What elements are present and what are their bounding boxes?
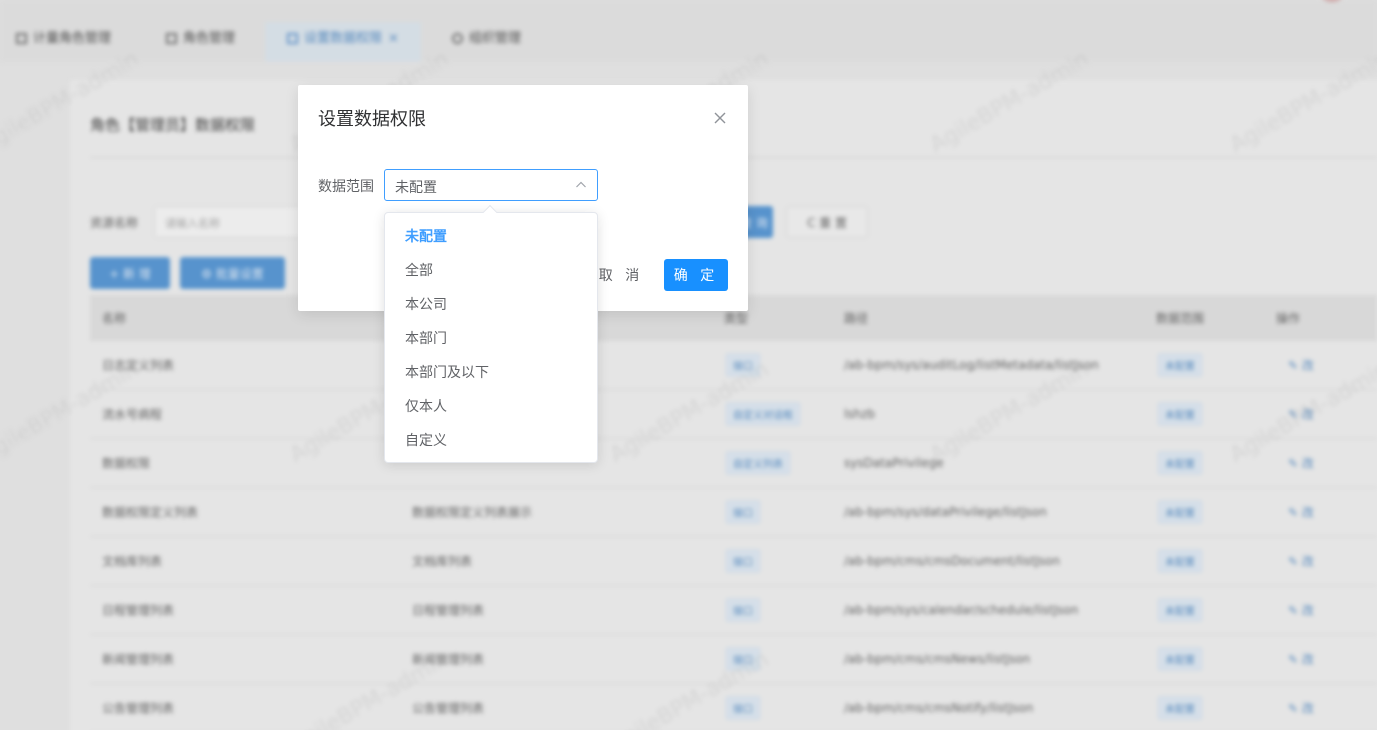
data-scope-dropdown: 未配置 全部 本公司 本部门 本部门及以下 仅本人 自定义 [384, 204, 598, 463]
dialog-title: 设置数据权限 [318, 109, 426, 130]
confirm-button[interactable]: 确 定 [664, 259, 728, 291]
dropdown-option[interactable]: 本部门 [385, 322, 597, 356]
data-scope-select[interactable]: 未配置 [384, 169, 598, 201]
dropdown-option[interactable]: 本公司 [385, 288, 597, 322]
dropdown-option[interactable]: 全部 [385, 254, 597, 288]
select-value: 未配置 [395, 180, 437, 196]
dropdown-option[interactable]: 仅本人 [385, 390, 597, 424]
dropdown-option[interactable]: 自定义 [385, 424, 597, 458]
data-scope-label: 数据范围 [318, 179, 374, 195]
dropdown-option[interactable]: 未配置 [385, 220, 597, 254]
chevron-up-icon [576, 181, 586, 188]
dropdown-option[interactable]: 本部门及以下 [385, 356, 597, 390]
close-button[interactable] [709, 107, 731, 129]
cancel-button[interactable]: 取 消 [594, 259, 648, 291]
close-icon [714, 112, 726, 124]
